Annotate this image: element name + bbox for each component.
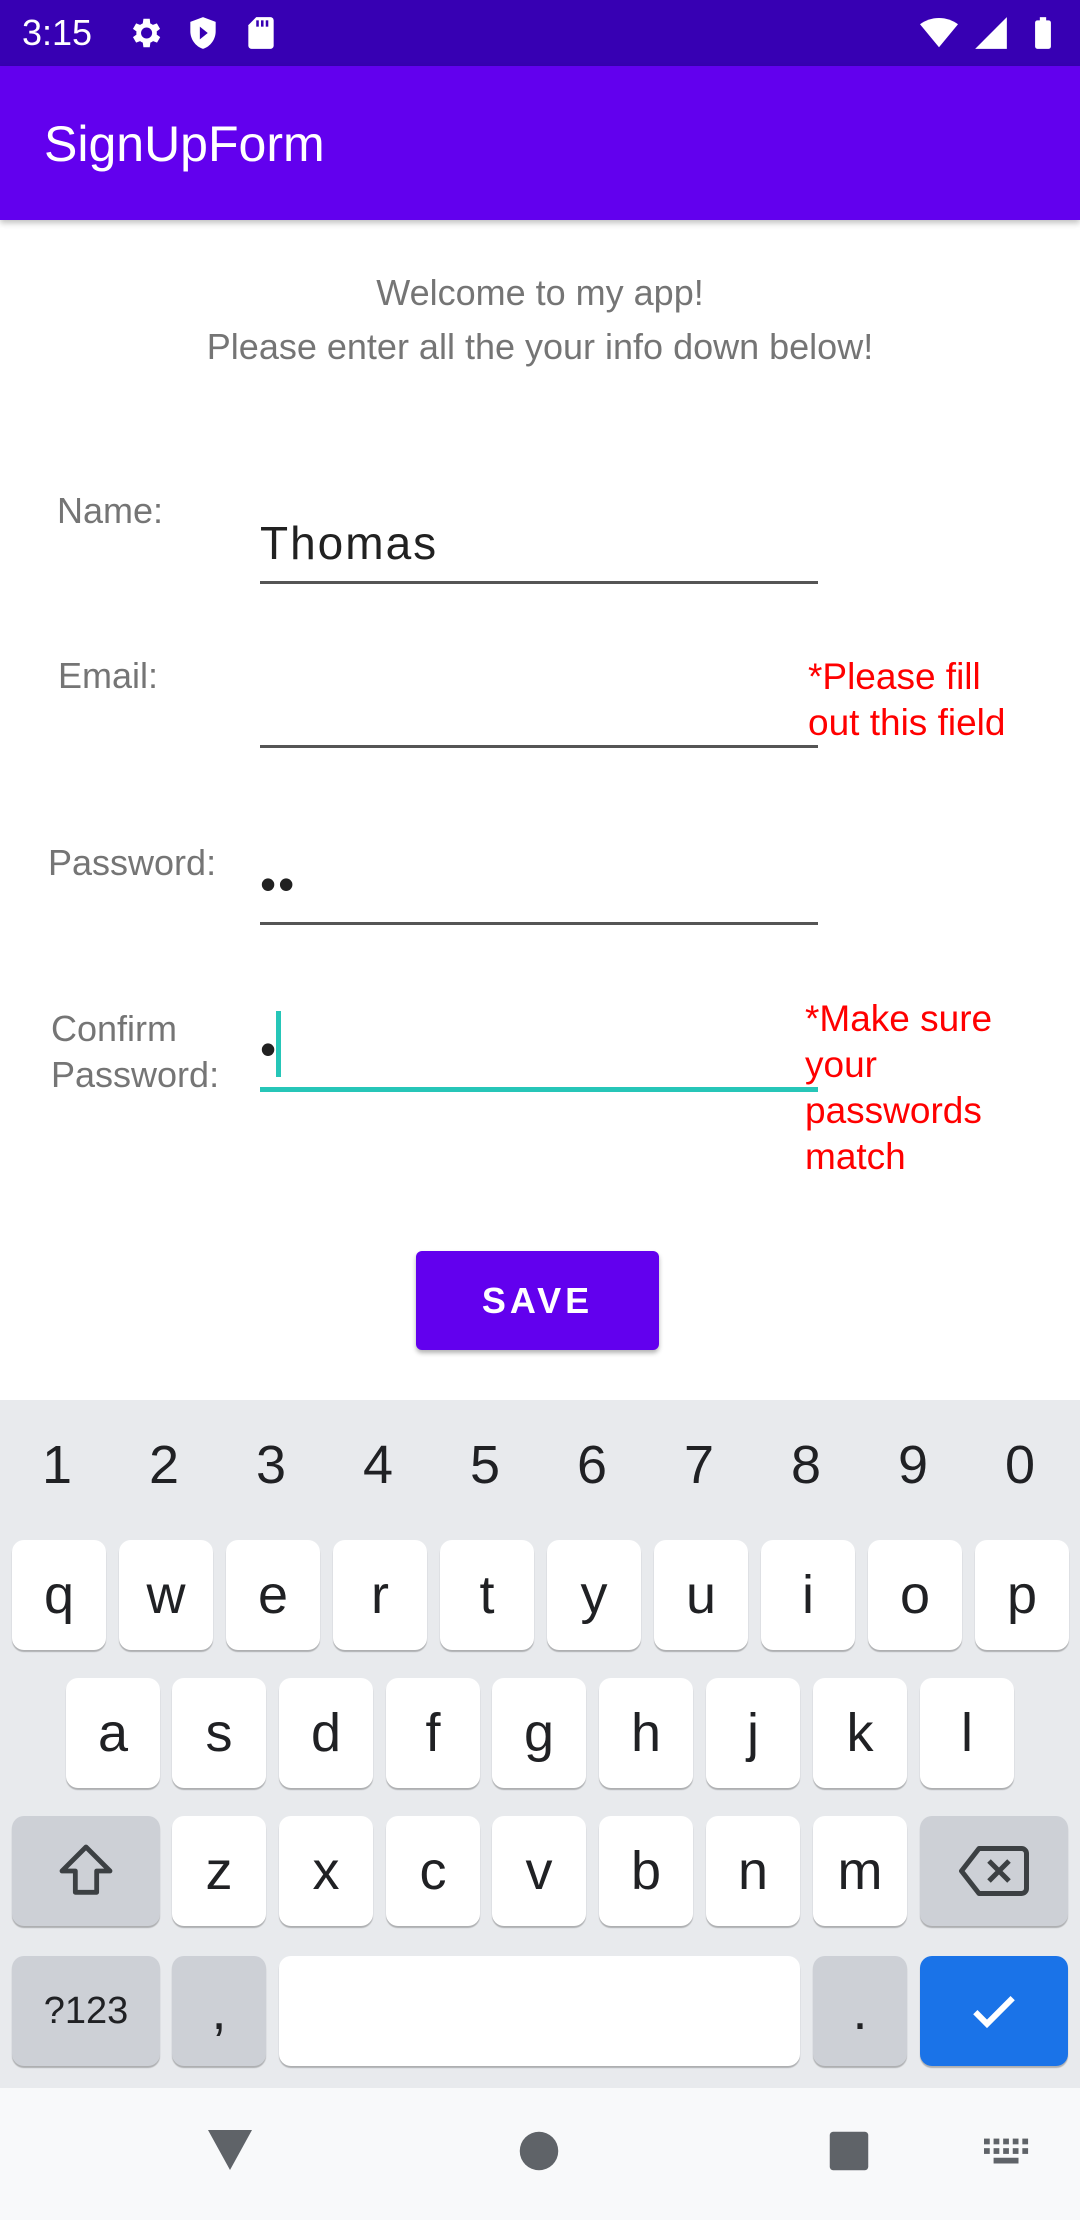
key-r[interactable]: r	[333, 1540, 427, 1650]
key-y[interactable]: y	[547, 1540, 641, 1650]
app-bar: SignUpForm	[0, 66, 1080, 220]
password-field[interactable]: ••	[260, 841, 818, 925]
status-bar: 3:15	[0, 0, 1080, 66]
key-n[interactable]: n	[706, 1816, 800, 1926]
password-label: Password:	[48, 842, 217, 883]
key-a[interactable]: a	[66, 1678, 160, 1788]
email-field[interactable]	[260, 664, 818, 748]
signal-icon	[975, 17, 1007, 49]
key-g[interactable]: g	[492, 1678, 586, 1788]
key-z[interactable]: z	[172, 1816, 266, 1926]
back-icon[interactable]	[206, 2128, 254, 2172]
password-field-value: ••	[260, 858, 297, 910]
key-2[interactable]: 2	[119, 1430, 209, 1500]
key-j[interactable]: j	[706, 1678, 800, 1788]
space-key[interactable]	[279, 1956, 800, 2066]
key-m[interactable]: m	[813, 1816, 907, 1926]
backspace-icon	[959, 1846, 1029, 1896]
key-3[interactable]: 3	[226, 1430, 316, 1500]
key-7[interactable]: 7	[654, 1430, 744, 1500]
navigation-bar	[0, 2088, 1080, 2220]
confirm-password-label: Confirm Password:	[51, 1006, 219, 1098]
welcome-text: Welcome to my app! Please enter all the …	[0, 266, 1080, 374]
wifi-icon	[920, 17, 958, 48]
key-4[interactable]: 4	[333, 1430, 423, 1500]
confirm-password-label-line-2: Password:	[51, 1054, 220, 1095]
backspace-key[interactable]	[920, 1816, 1068, 1926]
email-error: *Please fill out this field	[808, 656, 1006, 743]
period-key[interactable]: .	[813, 1956, 907, 2066]
settings-icon	[132, 18, 161, 48]
key-b[interactable]: b	[599, 1816, 693, 1926]
welcome-line-2: Please enter all the your info down belo…	[206, 326, 874, 367]
save-button[interactable]: SAVE	[416, 1251, 659, 1350]
key-d[interactable]: d	[279, 1678, 373, 1788]
shift-icon	[59, 1844, 113, 1895]
name-field-value: Thomas	[260, 517, 439, 569]
home-icon[interactable]	[518, 2130, 560, 2172]
key-k[interactable]: k	[813, 1678, 907, 1788]
name-label: Name:	[57, 490, 164, 531]
welcome-line-1: Welcome to my app!	[376, 272, 704, 313]
checkmark-icon	[973, 1996, 1015, 2029]
symbols-key[interactable]: ?123	[12, 1956, 160, 2066]
key-f[interactable]: f	[386, 1678, 480, 1788]
keyboard-switch-icon[interactable]	[984, 2138, 1030, 2166]
app-title: SignUpForm	[44, 116, 325, 172]
key-5[interactable]: 5	[440, 1430, 530, 1500]
confirm-password-field[interactable]: •	[260, 1008, 818, 1092]
confirm-password-label-line-1: Confirm	[51, 1008, 178, 1049]
shield-icon	[190, 17, 216, 49]
text-cursor	[276, 1011, 281, 1077]
key-l[interactable]: l	[920, 1678, 1014, 1788]
key-t[interactable]: t	[440, 1540, 534, 1650]
key-o[interactable]: o	[868, 1540, 962, 1650]
key-s[interactable]: s	[172, 1678, 266, 1788]
number-row: 1 2 3 4 5 6 7 8 9 0	[0, 1430, 1080, 1500]
name-field[interactable]: Thomas	[260, 500, 818, 584]
key-q[interactable]: q	[12, 1540, 106, 1650]
key-x[interactable]: x	[279, 1816, 373, 1926]
battery-icon	[1035, 17, 1051, 49]
key-i[interactable]: i	[761, 1540, 855, 1650]
key-w[interactable]: w	[119, 1540, 213, 1650]
confirm-password-error: *Make sure your passwords match	[805, 998, 993, 1177]
soft-keyboard: 1 2 3 4 5 6 7 8 9 0 q w e r t y u i o p …	[0, 1400, 1080, 2088]
key-e[interactable]: e	[226, 1540, 320, 1650]
key-v[interactable]: v	[492, 1816, 586, 1926]
key-6[interactable]: 6	[547, 1430, 637, 1500]
key-p[interactable]: p	[975, 1540, 1069, 1650]
recents-icon[interactable]	[828, 2130, 870, 2172]
status-time: 3:15	[22, 12, 93, 53]
enter-key[interactable]	[920, 1956, 1068, 2066]
key-0[interactable]: 0	[975, 1430, 1065, 1500]
key-8[interactable]: 8	[761, 1430, 851, 1500]
shift-key[interactable]	[12, 1816, 160, 1926]
email-label: Email:	[58, 655, 159, 696]
key-9[interactable]: 9	[868, 1430, 958, 1500]
sd-card-icon	[248, 17, 274, 49]
key-c[interactable]: c	[386, 1816, 480, 1926]
comma-key[interactable]: ,	[172, 1956, 266, 2066]
key-h[interactable]: h	[599, 1678, 693, 1788]
key-1[interactable]: 1	[12, 1430, 102, 1500]
key-u[interactable]: u	[654, 1540, 748, 1650]
